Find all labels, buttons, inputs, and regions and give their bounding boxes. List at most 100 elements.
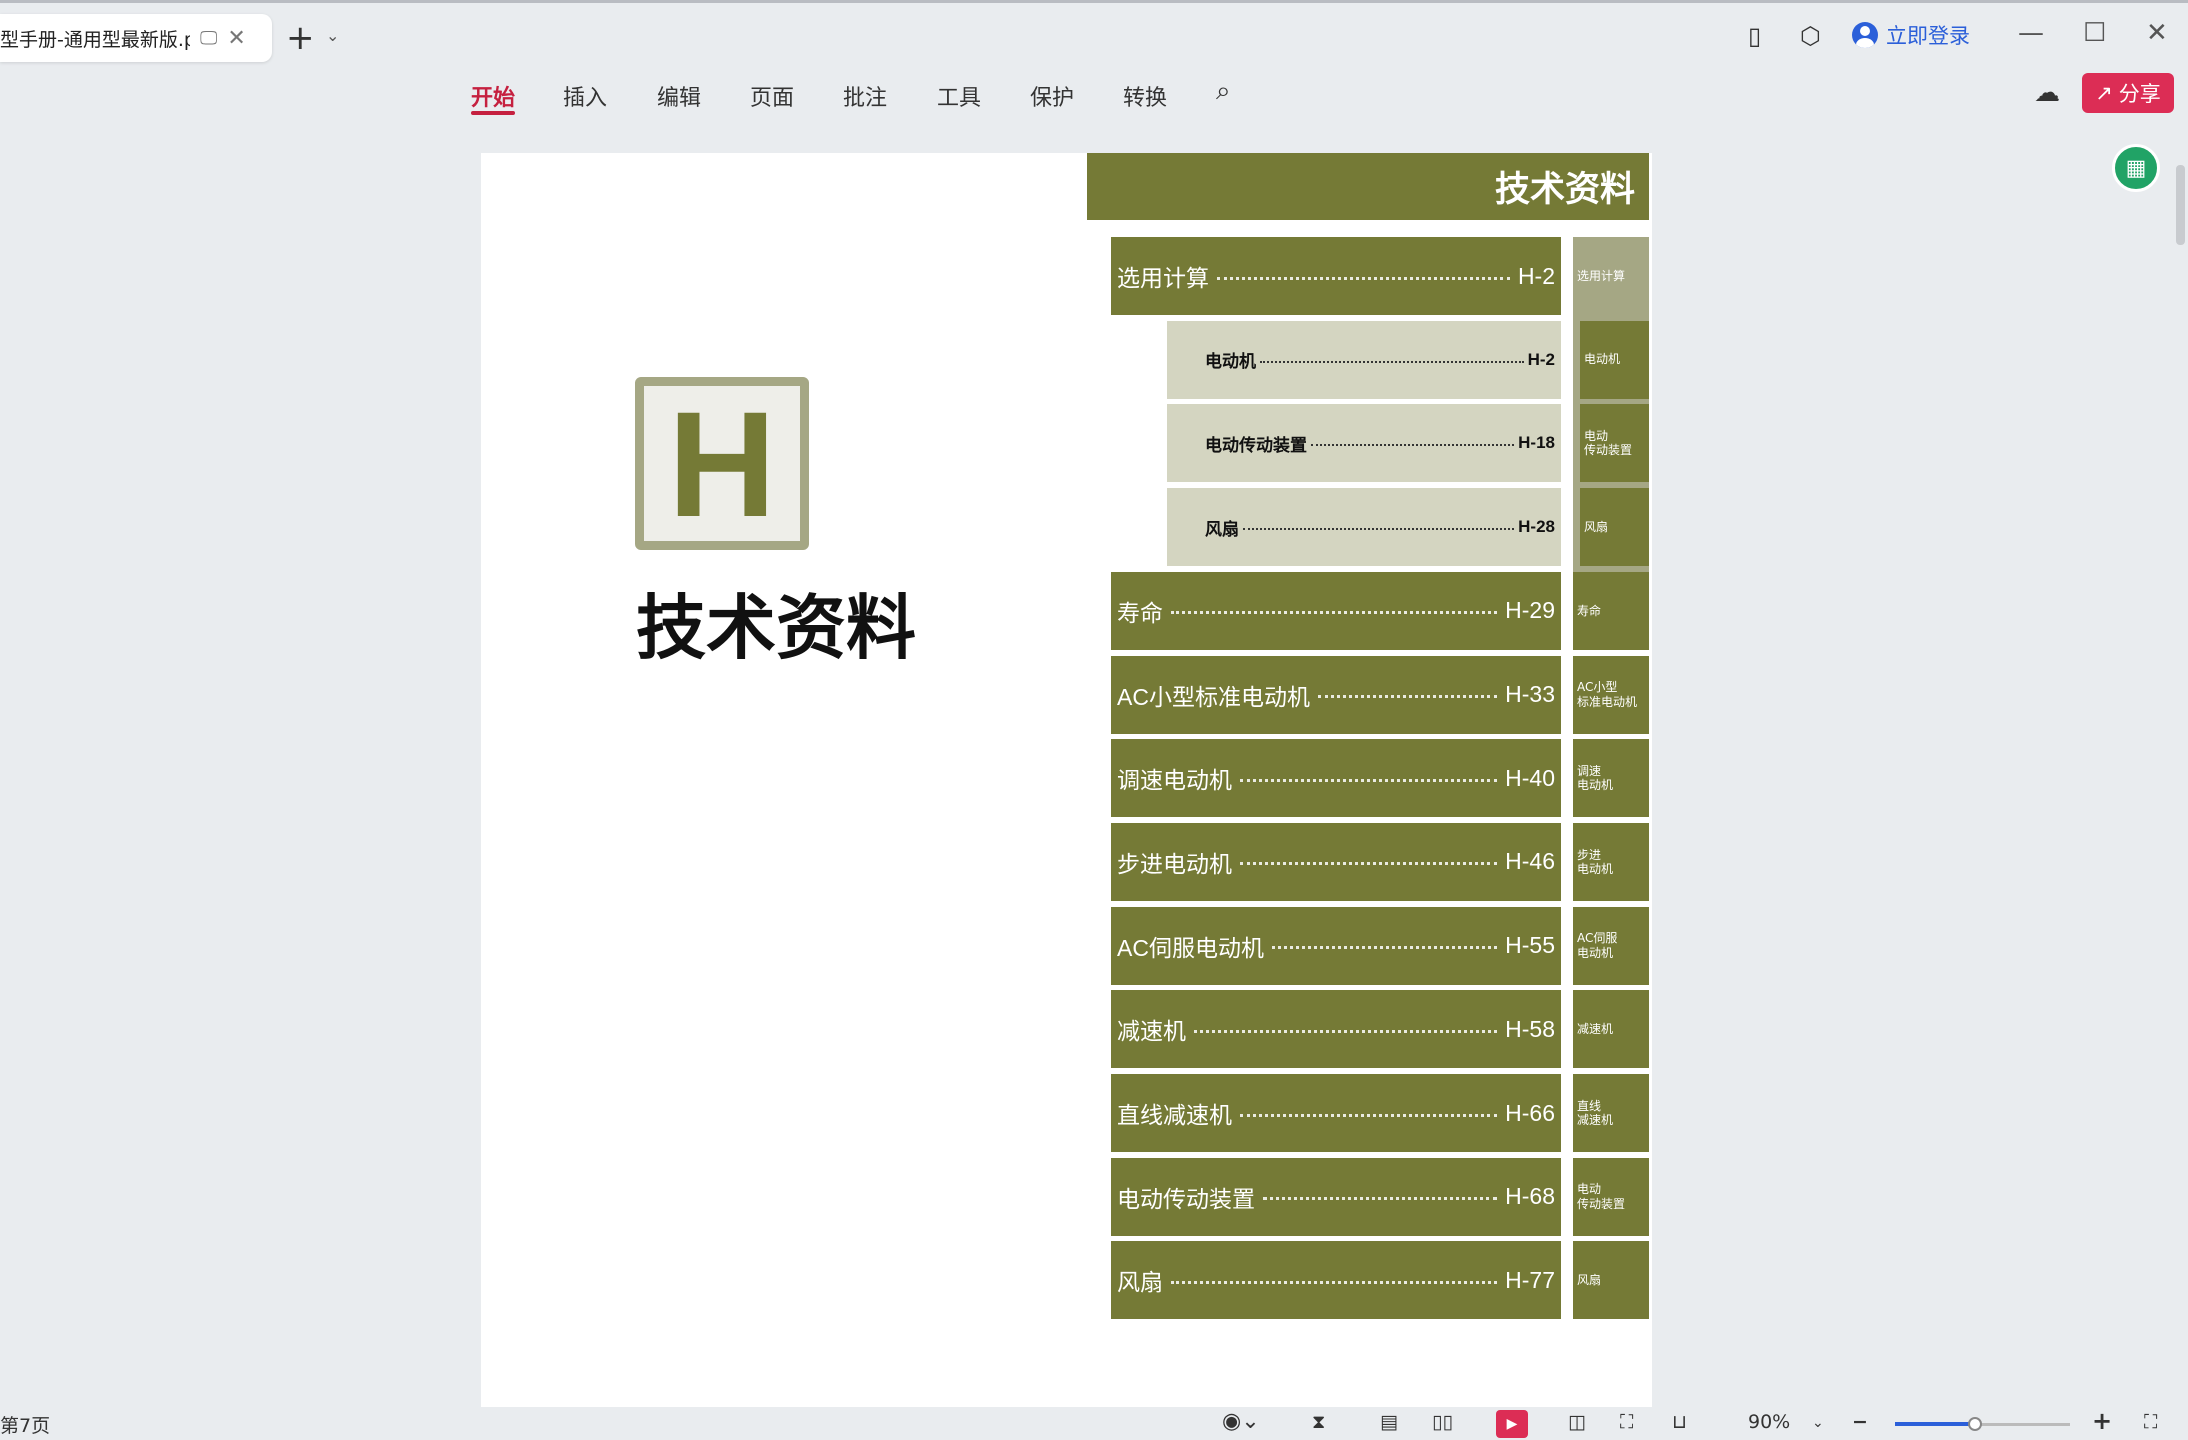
side-tab[interactable]: 电动机 bbox=[1580, 320, 1649, 399]
zoom-level[interactable]: 90% bbox=[1748, 1411, 1790, 1433]
tab-page[interactable]: 页面 bbox=[750, 80, 794, 112]
toc-entry[interactable]: 电动机 H-2 bbox=[1167, 320, 1561, 399]
single-page-icon[interactable]: ▤ bbox=[1380, 1411, 1398, 1433]
toc-page: H-55 bbox=[1505, 932, 1555, 959]
active-tab-indicator bbox=[471, 111, 515, 115]
toc-label: 选用计算 bbox=[1117, 265, 1209, 291]
share-button[interactable]: ↗ 分享 bbox=[2082, 73, 2174, 113]
side-tab[interactable]: 电动 传动装置 bbox=[1580, 404, 1649, 483]
leader-dots bbox=[1240, 1113, 1498, 1117]
toc-entry[interactable]: 减速机 H-58 bbox=[1111, 990, 1561, 1069]
eye-icon[interactable]: ◉⌄ bbox=[1222, 1409, 1260, 1434]
close-window-button[interactable]: ✕ bbox=[2146, 18, 2168, 48]
toc-entry[interactable]: 电动传动装置 H-18 bbox=[1167, 404, 1561, 483]
two-page-icon[interactable]: ▯▯ bbox=[1432, 1411, 1453, 1433]
toc-label: 减速机 bbox=[1117, 1018, 1186, 1045]
fullscreen-icon[interactable]: ⛶ bbox=[2144, 1411, 2157, 1433]
table-convert-icon[interactable]: ▦ bbox=[2112, 144, 2160, 192]
leader-dots bbox=[1171, 1280, 1498, 1284]
toc-page: H-77 bbox=[1505, 1266, 1555, 1293]
toc-page: H-2 bbox=[1517, 262, 1555, 289]
toc-entry[interactable]: 风扇 H-77 bbox=[1111, 1241, 1561, 1320]
leader-dots bbox=[1243, 528, 1515, 531]
tab-protect[interactable]: 保护 bbox=[1030, 80, 1074, 112]
side-tab[interactable]: 步进 电动机 bbox=[1573, 822, 1649, 901]
fit-page-icon[interactable]: ⛶ bbox=[1620, 1411, 1633, 1433]
toc-label: 电动传动装置 bbox=[1117, 1185, 1255, 1212]
toc-label: 电动机 bbox=[1205, 352, 1256, 372]
zoom-slider-fill bbox=[1895, 1422, 1975, 1426]
toc-entry[interactable]: 调速电动机 H-40 bbox=[1111, 739, 1561, 818]
play-button[interactable]: ▶ bbox=[1496, 1410, 1528, 1438]
fit-width-icon[interactable]: ⊔ bbox=[1672, 1411, 1687, 1433]
tab-insert[interactable]: 插入 bbox=[563, 80, 607, 112]
toc-page: H-46 bbox=[1505, 848, 1555, 875]
vertical-scrollbar[interactable] bbox=[2174, 140, 2186, 1400]
side-tab[interactable]: 风扇 bbox=[1573, 1241, 1649, 1320]
leader-dots bbox=[1194, 1029, 1498, 1033]
toc-page: H-68 bbox=[1505, 1183, 1555, 1210]
side-tab[interactable]: 电动 传动装置 bbox=[1573, 1157, 1649, 1236]
leader-dots bbox=[1260, 360, 1524, 363]
toc-entry[interactable]: 选用计算 H-2 bbox=[1111, 237, 1561, 315]
side-tab[interactable]: 寿命 bbox=[1573, 571, 1649, 650]
scrollbar-thumb[interactable] bbox=[2176, 165, 2185, 245]
cloud-icon[interactable]: ☁ bbox=[2034, 78, 2060, 108]
new-tab-button[interactable]: + bbox=[286, 18, 315, 58]
toc-entry[interactable]: 步进电动机 H-46 bbox=[1111, 822, 1561, 901]
toc-page: H-33 bbox=[1505, 681, 1555, 707]
cube-icon[interactable]: ⬡ bbox=[1800, 22, 1821, 50]
toc-entry[interactable]: 电动传动装置 H-68 bbox=[1111, 1157, 1561, 1236]
chevron-down-icon[interactable]: ⌄ bbox=[326, 26, 339, 45]
login-button[interactable]: 立即登录 bbox=[1852, 20, 1970, 50]
toc-label: AC小型标准电动机 bbox=[1117, 683, 1310, 710]
toc-page: H-29 bbox=[1505, 597, 1555, 624]
toc-entry[interactable]: AC小型标准电动机 H-33 bbox=[1111, 655, 1561, 734]
tab-edit[interactable]: 编辑 bbox=[657, 80, 701, 112]
tab-start[interactable]: 开始 bbox=[471, 80, 515, 112]
side-tab[interactable]: 直线 减速机 bbox=[1573, 1074, 1649, 1152]
section-letter-icon: H bbox=[635, 377, 809, 550]
monitor-icon[interactable]: 🖵 bbox=[200, 28, 217, 49]
zoom-slider-handle[interactable] bbox=[1968, 1417, 1982, 1431]
toc-entry[interactable]: 直线减速机 H-66 bbox=[1111, 1074, 1561, 1152]
side-tab[interactable]: AC小型 标准电动机 bbox=[1573, 655, 1649, 734]
window-top-border bbox=[0, 0, 2188, 3]
search-icon[interactable]: ⌕ bbox=[1216, 76, 1231, 107]
tab-convert[interactable]: 转换 bbox=[1123, 80, 1167, 112]
maximize-button[interactable]: ☐ bbox=[2083, 18, 2106, 48]
zoom-in-button[interactable]: + bbox=[2092, 1407, 2112, 1435]
reading-mode-icon[interactable]: ◫ bbox=[1568, 1411, 1586, 1433]
leader-dots bbox=[1240, 778, 1498, 782]
side-tab[interactable]: AC伺服 电动机 bbox=[1573, 906, 1649, 985]
side-tab[interactable]: 减速机 bbox=[1573, 990, 1649, 1069]
close-icon[interactable]: ✕ bbox=[227, 26, 245, 51]
continuous-view-icon[interactable]: ⧗ bbox=[1312, 1411, 1325, 1433]
side-tab[interactable]: 选用计算 bbox=[1573, 237, 1649, 315]
toc-label: 电动传动装置 bbox=[1205, 435, 1307, 455]
tab-annotate[interactable]: 批注 bbox=[843, 80, 887, 112]
document-tab[interactable]: 型手册-通用型最新版.pdf 🖵 ✕ bbox=[0, 14, 272, 62]
user-icon bbox=[1852, 22, 1878, 48]
zoom-dropdown-icon[interactable]: ⌄ bbox=[1812, 1415, 1824, 1431]
toc-label: AC伺服电动机 bbox=[1117, 934, 1264, 961]
toc-label: 调速电动机 bbox=[1117, 767, 1232, 794]
tab-tools[interactable]: 工具 bbox=[937, 80, 981, 112]
toc-page: H-58 bbox=[1505, 1015, 1555, 1042]
leader-dots bbox=[1317, 695, 1498, 698]
leader-dots bbox=[1217, 276, 1510, 280]
leader-dots bbox=[1311, 444, 1515, 447]
toc-page: H-40 bbox=[1505, 764, 1555, 791]
tablet-mode-icon[interactable]: ▯ bbox=[1748, 22, 1761, 50]
toc-label: 风扇 bbox=[1205, 519, 1239, 539]
side-tab[interactable]: 调速 电动机 bbox=[1573, 739, 1649, 818]
toc-entry[interactable]: 风扇 H-28 bbox=[1167, 488, 1561, 567]
toc-label: 直线减速机 bbox=[1117, 1102, 1232, 1128]
side-tab[interactable]: 风扇 bbox=[1580, 488, 1649, 567]
share-label: 分享 bbox=[2118, 82, 2161, 106]
toc-entry[interactable]: AC伺服电动机 H-55 bbox=[1111, 906, 1561, 985]
zoom-out-button[interactable]: − bbox=[1852, 1411, 1868, 1433]
minimize-button[interactable]: — bbox=[2018, 18, 2044, 48]
leader-dots bbox=[1171, 611, 1498, 615]
toc-entry[interactable]: 寿命 H-29 bbox=[1111, 571, 1561, 650]
